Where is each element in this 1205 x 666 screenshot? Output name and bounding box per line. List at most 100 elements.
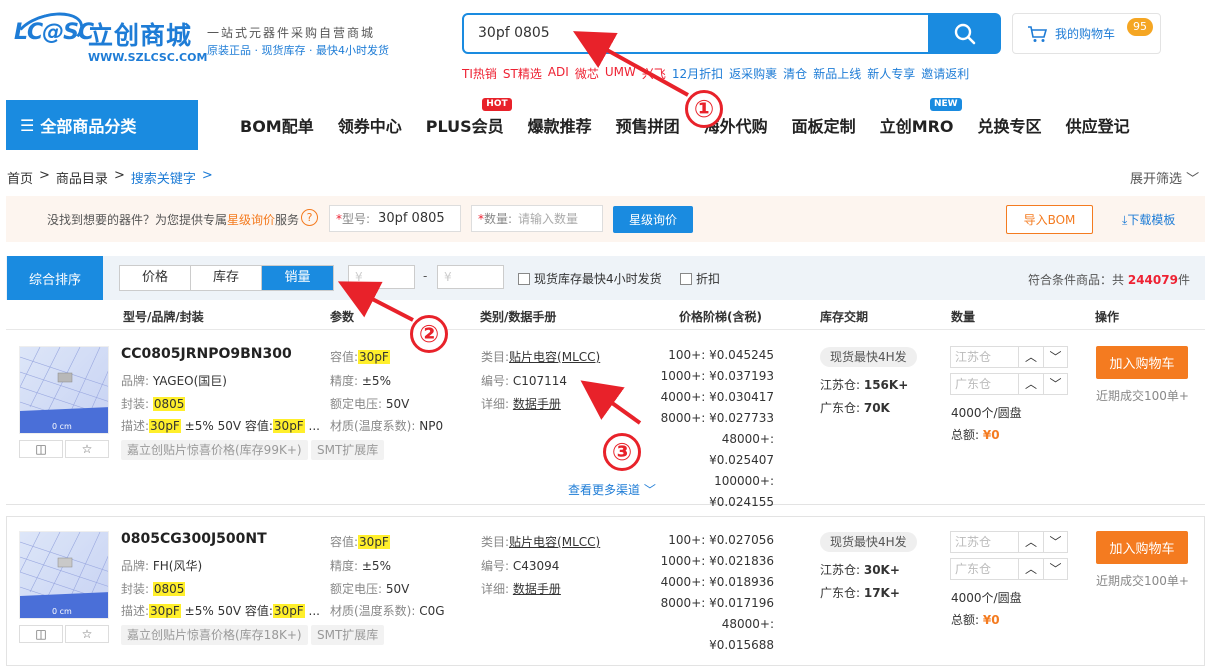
price-max-input[interactable]: ¥	[437, 265, 504, 289]
sort-price[interactable]: 价格	[120, 266, 191, 290]
arrow-up-icon[interactable]: ︿	[1019, 347, 1043, 367]
tol-value: ±5%	[361, 559, 391, 573]
crumb-keyword[interactable]: 搜索关键字	[131, 168, 196, 187]
nav-coupons[interactable]: 领券中心	[338, 113, 402, 137]
crumb-catalog[interactable]: 商品目录	[56, 168, 108, 187]
category-link[interactable]: 贴片电容(MLCC)	[509, 535, 600, 549]
part-number[interactable]: 0805CG300J500NT	[121, 531, 267, 547]
hot-link[interactable]: 返采购裹	[729, 65, 777, 82]
discount-checkbox[interactable]: 折扣	[680, 270, 720, 287]
model-field[interactable]: * 型号: 30pf 0805	[329, 205, 461, 232]
expand-filter[interactable]: 展开筛选 ﹀	[1130, 168, 1199, 187]
hot-link[interactable]: 兴飞	[642, 65, 666, 82]
arrow-up-icon[interactable]: ︿	[1019, 532, 1043, 552]
fast-ship-checkbox[interactable]: 现货库存最快4小时发货	[518, 270, 662, 287]
promo-chip[interactable]: 嘉立创贴片惊喜价格(库存99K+)	[121, 440, 308, 460]
crumb-sep: >	[113, 168, 125, 183]
datasheet-link[interactable]: 数据手册	[513, 397, 561, 411]
product-image[interactable]: 0 cm	[19, 531, 109, 619]
qty-field[interactable]: * 数量: 请输入数量	[471, 205, 603, 232]
logo-title[interactable]: 立创商城	[88, 16, 192, 52]
total-key: 总额:	[951, 428, 980, 442]
hot-link[interactable]: 微芯	[575, 65, 599, 82]
col-header-params: 参数	[330, 310, 355, 324]
qty-stepper-gd[interactable]: 广东仓 ︿ ﹀	[950, 558, 1068, 580]
brand-value[interactable]: YAGEO(国巨)	[153, 374, 227, 388]
hot-link[interactable]: 新人专享	[867, 65, 915, 82]
compare-icon: ◫	[35, 442, 47, 456]
compare-button[interactable]: ◫	[19, 440, 63, 458]
all-categories-button[interactable]: ☰ 全部商品分类	[6, 100, 198, 150]
price-min-input[interactable]: ¥	[348, 265, 415, 289]
search-button[interactable]	[928, 13, 1001, 54]
sort-options: 价格 库存 销量	[119, 265, 334, 291]
crumb-home[interactable]: 首页	[7, 168, 33, 187]
crumb-sep: >	[39, 168, 50, 183]
nav-panel[interactable]: 面板定制	[792, 113, 856, 137]
volt-value: 50V	[385, 582, 410, 596]
svg-text:0 cm: 0 cm	[52, 607, 72, 616]
arrow-up-icon[interactable]: ︿	[1019, 374, 1043, 394]
chevron-down-icon[interactable]: ﹀	[1043, 532, 1067, 552]
sort-stock[interactable]: 库存	[191, 266, 262, 290]
checkbox-icon	[680, 272, 692, 285]
part-number[interactable]: CC0805JRNPO9BN300	[121, 346, 292, 362]
category-key: 类目:	[481, 350, 510, 364]
qty-stepper-js[interactable]: 江苏仓 ︿ ﹀	[950, 531, 1068, 553]
nav-bom[interactable]: BOM配单	[240, 113, 314, 137]
hot-link[interactable]: 新品上线	[813, 65, 861, 82]
crumb-sep: >	[201, 168, 213, 183]
smt-chip[interactable]: SMT扩展库	[311, 625, 385, 645]
hot-link[interactable]: UMW	[605, 65, 636, 82]
nav-mro[interactable]: 立创MRO NEW	[880, 98, 962, 137]
hot-link[interactable]: 邀请返利	[921, 65, 969, 82]
qty-stepper-js[interactable]: 江苏仓 ︿ ﹀	[950, 346, 1068, 368]
help-icon[interactable]: ?	[301, 209, 318, 226]
cart-icon	[1028, 25, 1047, 42]
product-image[interactable]: 0 cm	[19, 346, 109, 434]
sort-sales[interactable]: 销量	[262, 266, 333, 290]
promo-chip[interactable]: 嘉立创贴片惊喜价格(库存18K+)	[121, 625, 308, 645]
hot-link[interactable]: TI热销	[462, 65, 497, 82]
nav-presale[interactable]: 预售拼团	[616, 113, 680, 137]
model-label: 型号:	[342, 212, 371, 226]
col-header-qty: 数量	[951, 310, 976, 324]
nav-supply[interactable]: 供应登记	[1066, 113, 1130, 137]
nav-exchange[interactable]: 兑换专区	[978, 113, 1042, 137]
tol-key: 精度:	[330, 374, 359, 388]
inquiry-text-pre: 没找到想要的器件？为您提供专属	[47, 213, 228, 227]
nav-hot[interactable]: 爆款推荐	[528, 113, 592, 137]
chevron-down-icon[interactable]: ﹀	[1043, 347, 1067, 367]
inquiry-submit-button[interactable]: 星级询价	[613, 206, 693, 233]
add-to-cart-button[interactable]: 加入购物车	[1096, 346, 1188, 379]
chevron-down-icon[interactable]: ﹀	[1043, 374, 1067, 394]
price-tier: 4000+: ¥0.030417	[660, 390, 774, 404]
hot-link[interactable]: 清仓	[783, 65, 807, 82]
price-tier: 8000+: ¥0.027733	[660, 411, 774, 425]
more-channels-link[interactable]: 查看更多渠道 ﹀	[568, 481, 656, 498]
import-bom-button[interactable]: 导入BOM	[1006, 205, 1093, 234]
sort-default-tab[interactable]: 综合排序	[7, 256, 103, 300]
chevron-down-icon[interactable]: ﹀	[1043, 559, 1067, 579]
search-input[interactable]: 30pf 0805	[462, 13, 930, 54]
favorite-button[interactable]: ☆	[65, 440, 109, 458]
total-value: ¥0	[982, 613, 1000, 627]
arrow-up-icon[interactable]: ︿	[1019, 559, 1043, 579]
hot-link[interactable]: ADI	[548, 65, 569, 82]
price-range-dash: -	[423, 269, 428, 283]
logo-mark[interactable]: LC@SC	[14, 20, 94, 45]
datasheet-link[interactable]: 数据手册	[513, 582, 561, 596]
download-template-link[interactable]: ⤓下载模板	[1122, 211, 1175, 228]
compare-button[interactable]: ◫	[19, 625, 63, 643]
favorite-button[interactable]: ☆	[65, 625, 109, 643]
slogan-sub: 原装正品 · 现货库存 · 最快4小时发货	[207, 44, 389, 57]
add-to-cart-button[interactable]: 加入购物车	[1096, 531, 1188, 564]
hot-link[interactable]: 12月折扣	[672, 65, 723, 82]
category-link[interactable]: 贴片电容(MLCC)	[509, 350, 600, 364]
nav-plus[interactable]: PLUS会员 HOT	[426, 98, 512, 137]
smt-chip[interactable]: SMT扩展库	[311, 440, 385, 460]
brand-value[interactable]: FH(风华)	[153, 559, 202, 573]
qty-stepper-gd[interactable]: 广东仓 ︿ ﹀	[950, 373, 1068, 395]
hot-link[interactable]: ST精选	[503, 65, 542, 82]
model-value: 30pf 0805	[378, 211, 445, 226]
